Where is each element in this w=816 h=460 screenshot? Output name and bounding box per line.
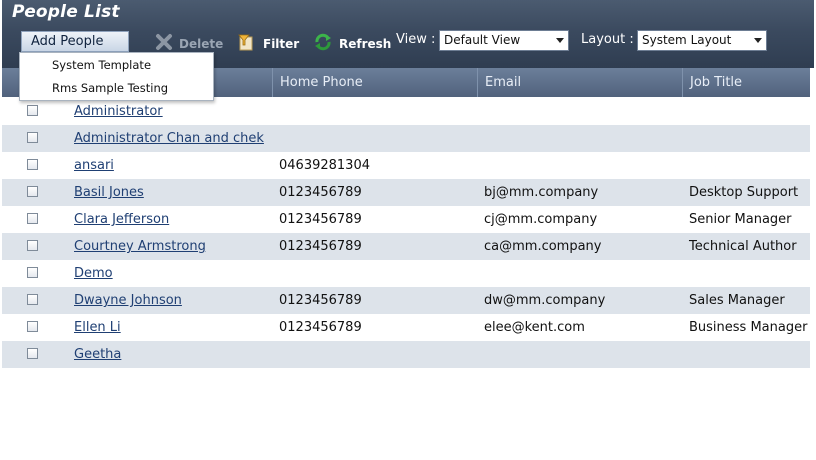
job-title: Desktop Support bbox=[689, 185, 799, 200]
row-checkbox[interactable] bbox=[27, 159, 38, 170]
row-checkbox[interactable] bbox=[27, 186, 38, 197]
add-people-button[interactable]: Add People bbox=[21, 31, 129, 52]
email: dw@mm.company bbox=[484, 293, 606, 308]
person-name-link[interactable]: Basil Jones bbox=[74, 179, 144, 206]
layout-label: Layout : bbox=[581, 32, 634, 47]
column-header-email[interactable]: Email bbox=[478, 68, 683, 97]
layout-select[interactable]: System Layout bbox=[637, 30, 767, 51]
person-name-link[interactable]: Ellen Li bbox=[74, 314, 121, 341]
view-label: View : bbox=[396, 32, 436, 47]
email: cj@mm.company bbox=[484, 212, 598, 227]
filter-label: Filter bbox=[263, 37, 300, 51]
row-checkbox[interactable] bbox=[27, 213, 38, 224]
refresh-button[interactable]: Refresh bbox=[313, 33, 391, 51]
row-checkbox[interactable] bbox=[27, 321, 38, 332]
row-checkbox[interactable] bbox=[27, 132, 38, 143]
table-row: Administrator bbox=[2, 98, 810, 125]
filter-icon bbox=[237, 33, 257, 56]
person-name-link[interactable]: ansari bbox=[74, 152, 114, 179]
delete-label: Delete bbox=[179, 37, 224, 51]
filter-button[interactable]: Filter bbox=[237, 33, 299, 51]
email: elee@kent.com bbox=[484, 320, 585, 335]
view-select-value: Default View bbox=[444, 33, 521, 47]
person-name-link[interactable]: Courtney Armstrong bbox=[74, 233, 206, 260]
home-phone: 0123456789 bbox=[279, 185, 362, 200]
row-checkbox[interactable] bbox=[27, 267, 38, 278]
refresh-icon bbox=[313, 33, 333, 56]
job-title: Technical Author bbox=[689, 239, 797, 254]
person-name-link[interactable]: Geetha bbox=[74, 341, 121, 368]
person-name-link[interactable]: Administrator bbox=[74, 98, 163, 125]
home-phone: 04639281304 bbox=[279, 158, 370, 173]
refresh-label: Refresh bbox=[339, 37, 392, 51]
home-phone: 0123456789 bbox=[279, 293, 362, 308]
table-row: Clara Jefferson 0123456789 cj@mm.company… bbox=[2, 206, 810, 233]
person-name-link[interactable]: Clara Jefferson bbox=[74, 206, 169, 233]
view-select[interactable]: Default View bbox=[439, 30, 569, 51]
home-phone: 0123456789 bbox=[279, 239, 362, 254]
add-people-dropdown-menu: System Template Rms Sample Testing bbox=[19, 52, 214, 101]
table-row: Dwayne Johnson 0123456789 dw@mm.company … bbox=[2, 287, 810, 314]
menu-item-system-template[interactable]: System Template bbox=[52, 58, 151, 72]
row-checkbox[interactable] bbox=[27, 294, 38, 305]
table-row: Demo bbox=[2, 260, 810, 287]
job-title: Senior Manager bbox=[689, 212, 792, 227]
layout-select-value: System Layout bbox=[642, 33, 732, 47]
page-title: People List bbox=[12, 2, 120, 22]
table-row: Ellen Li 0123456789 elee@kent.com Busine… bbox=[2, 314, 810, 341]
menu-item-rms-sample-testing[interactable]: Rms Sample Testing bbox=[52, 81, 168, 95]
email: bj@mm.company bbox=[484, 185, 599, 200]
chevron-down-icon bbox=[754, 38, 762, 43]
delete-button[interactable]: Delete bbox=[155, 33, 223, 51]
row-checkbox[interactable] bbox=[27, 348, 38, 359]
person-name-link[interactable]: Demo bbox=[74, 260, 113, 287]
row-checkbox[interactable] bbox=[27, 105, 38, 116]
table-row: Courtney Armstrong 0123456789 ca@mm.comp… bbox=[2, 233, 810, 260]
job-title: Business Manager bbox=[689, 320, 808, 335]
person-name-link[interactable]: Dwayne Johnson bbox=[74, 287, 182, 314]
column-header-home-phone[interactable]: Home Phone bbox=[273, 68, 478, 97]
person-name-link[interactable]: Administrator Chan and chek bbox=[74, 125, 264, 152]
table-row: Geetha bbox=[2, 341, 810, 368]
job-title: Sales Manager bbox=[689, 293, 785, 308]
table-row: ansari 04639281304 bbox=[2, 152, 810, 179]
home-phone: 0123456789 bbox=[279, 320, 362, 335]
home-phone: 0123456789 bbox=[279, 212, 362, 227]
email: ca@mm.company bbox=[484, 239, 602, 254]
column-header-job-title[interactable]: Job Title bbox=[683, 68, 810, 97]
row-checkbox[interactable] bbox=[27, 240, 38, 251]
table-row: Basil Jones 0123456789 bj@mm.company Des… bbox=[2, 179, 810, 206]
chevron-down-icon bbox=[556, 38, 564, 43]
table-row: Administrator Chan and chek bbox=[2, 125, 810, 152]
